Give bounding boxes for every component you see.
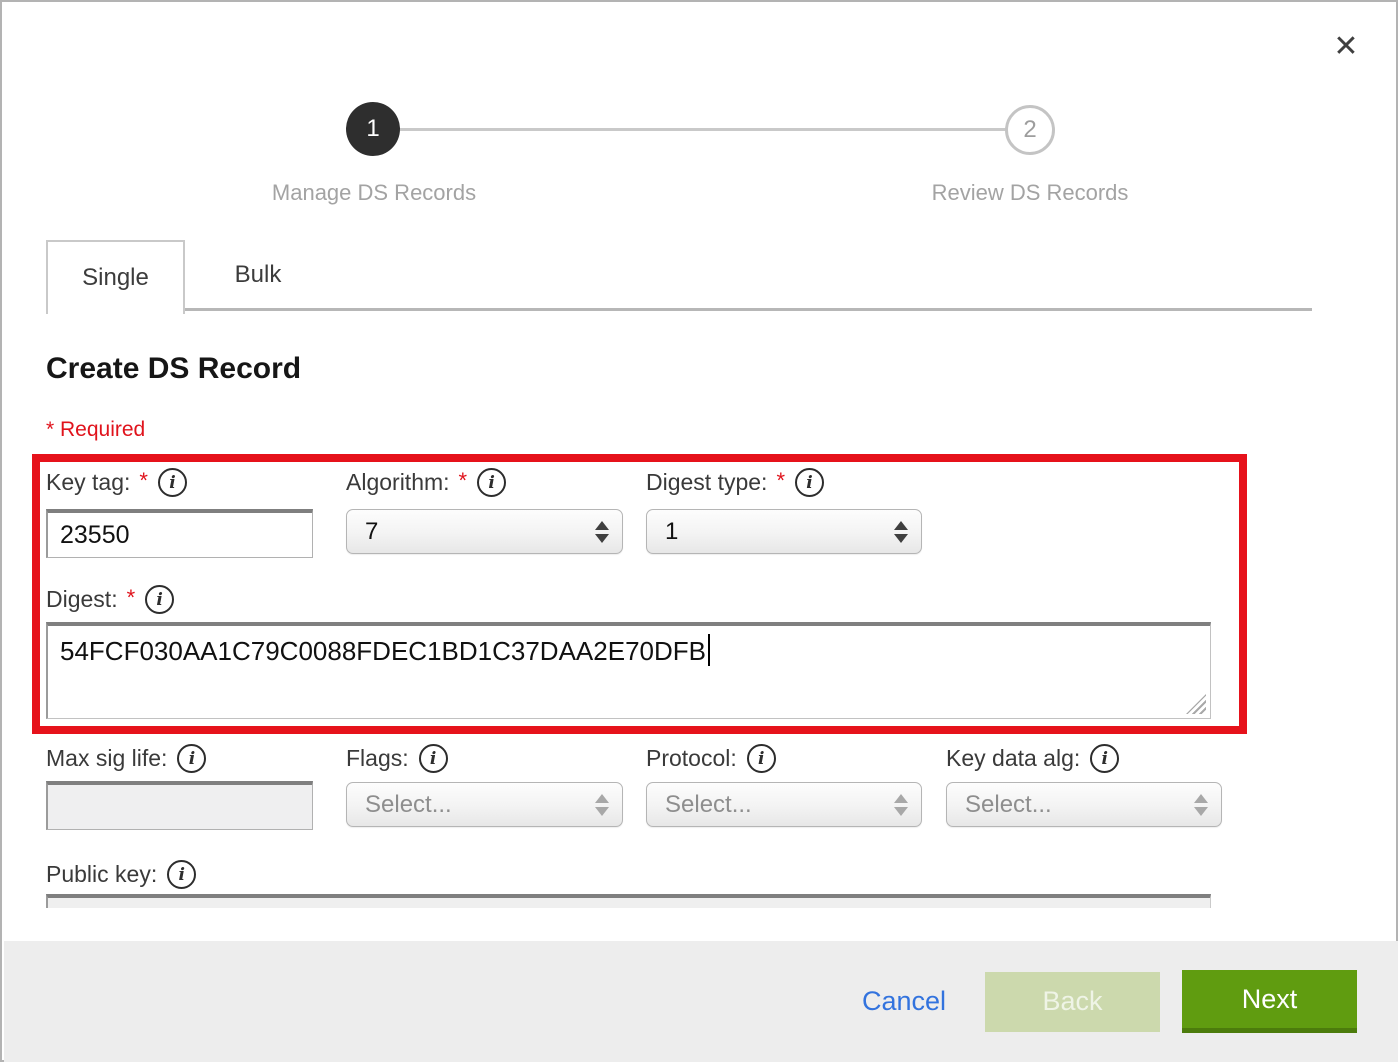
select-arrows-icon [894,521,908,543]
step-circle-2: 2 [1005,105,1055,155]
select-arrows-icon [595,794,609,816]
algorithm-select-value: 7 [365,518,378,546]
create-ds-record-modal: ✕ 1 2 Manage DS Records Review DS Record… [0,0,1398,1062]
flags-label-text: Flags: [346,745,409,772]
public-key-label: Public key: i [46,860,196,889]
info-icon[interactable]: i [419,744,448,773]
info-icon[interactable]: i [177,744,206,773]
key-data-alg-select[interactable]: Select... [946,782,1222,827]
digest-type-label: Digest type: * i [646,468,824,497]
digest-label: Digest: * i [46,585,174,614]
key-data-alg-select-value: Select... [965,791,1052,819]
info-icon[interactable]: i [158,468,187,497]
info-icon[interactable]: i [1090,744,1119,773]
step-label-manage-ds-records: Manage DS Records [204,180,544,206]
info-icon[interactable]: i [795,468,824,497]
digest-textarea[interactable]: 54FCF030AA1C79C0088FDEC1BD1C37DAA2E70DFB [46,622,1211,719]
algorithm-select[interactable]: 7 [346,509,623,554]
info-icon[interactable]: i [167,860,196,889]
step-circle-1: 1 [346,102,400,156]
max-sig-life-input[interactable] [46,781,313,830]
key-data-alg-label-text: Key data alg: [946,745,1080,772]
page-title: Create DS Record [46,352,301,386]
required-asterisk: * [127,585,136,611]
info-icon[interactable]: i [747,744,776,773]
public-key-textarea[interactable] [46,894,1211,908]
key-tag-input[interactable] [46,509,313,558]
protocol-select[interactable]: Select... [646,782,922,827]
resize-grip-icon[interactable] [1186,694,1206,714]
protocol-label: Protocol: i [646,744,776,773]
tab-single[interactable]: Single [46,240,185,314]
next-button[interactable]: Next [1182,970,1357,1033]
algorithm-label: Algorithm: * i [346,468,506,497]
select-arrows-icon [595,521,609,543]
max-sig-life-label-text: Max sig life: [46,745,167,772]
max-sig-life-label: Max sig life: i [46,744,206,773]
required-asterisk: * [459,468,468,494]
algorithm-label-text: Algorithm: [346,469,450,496]
cancel-button[interactable]: Cancel [862,986,946,1017]
info-icon[interactable]: i [477,468,506,497]
back-button[interactable]: Back [985,972,1160,1032]
required-asterisk: * [776,468,785,494]
flags-label: Flags: i [346,744,448,773]
digest-label-text: Digest: [46,586,118,613]
digest-type-select[interactable]: 1 [646,509,922,554]
flags-select-value: Select... [365,791,452,819]
required-note: * Required [46,418,145,442]
select-arrows-icon [1194,794,1208,816]
close-icon[interactable]: ✕ [1324,24,1368,68]
footer: Cancel Back Next [4,941,1398,1062]
step-connector-line [400,128,1007,131]
required-asterisk: * [139,468,148,494]
text-cursor [708,634,710,666]
public-key-label-text: Public key: [46,861,157,888]
key-tag-label: Key tag: * i [46,468,187,497]
digest-type-select-value: 1 [665,518,678,546]
key-data-alg-label: Key data alg: i [946,744,1119,773]
tab-bulk[interactable]: Bulk [185,240,331,310]
step-label-review-ds-records: Review DS Records [860,180,1200,206]
key-tag-label-text: Key tag: [46,469,130,496]
select-arrows-icon [894,794,908,816]
info-icon[interactable]: i [145,585,174,614]
protocol-label-text: Protocol: [646,745,737,772]
protocol-select-value: Select... [665,791,752,819]
digest-type-label-text: Digest type: [646,469,767,496]
digest-textarea-value: 54FCF030AA1C79C0088FDEC1BD1C37DAA2E70DFB [60,636,706,666]
tab-underline [185,308,1312,311]
flags-select[interactable]: Select... [346,782,623,827]
